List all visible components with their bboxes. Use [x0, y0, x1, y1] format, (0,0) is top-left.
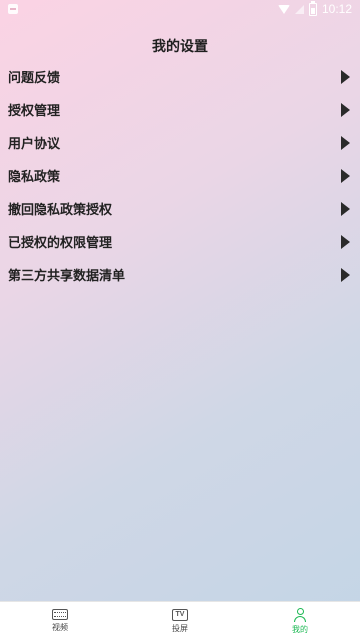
settings-item-label: 撤回隐私政策授权	[8, 203, 113, 218]
settings-item-label: 问题反馈	[8, 71, 61, 86]
signal-icon	[294, 4, 304, 14]
bottom-nav: 视频 TV 投屏 我的	[0, 601, 360, 640]
settings-item-label: 用户协议	[8, 137, 61, 152]
chevron-right-icon	[341, 201, 350, 216]
settings-item-authorization[interactable]: 授权管理	[0, 93, 360, 126]
settings-item-label: 已授权的权限管理	[8, 236, 113, 251]
settings-item-third-party-data[interactable]: 第三方共享数据清单	[0, 258, 360, 291]
settings-list: 问题反馈 授权管理 用户协议 隐私政策 撤回隐私政策授权 已授权的权限管理 第三…	[0, 60, 360, 291]
nav-tab-label: 视频	[52, 623, 68, 632]
nav-tab-video[interactable]: 视频	[0, 609, 120, 633]
chevron-right-icon	[341, 267, 350, 282]
page-title: 我的设置	[152, 39, 208, 55]
chevron-right-icon	[341, 234, 350, 249]
user-icon	[293, 607, 307, 622]
film-icon	[52, 609, 68, 620]
status-bar: 10:12	[0, 0, 360, 18]
battery-icon	[308, 0, 317, 16]
settings-item-label: 授权管理	[8, 104, 61, 119]
wifi-icon	[277, 4, 290, 14]
settings-item-label: 第三方共享数据清单	[8, 269, 126, 284]
status-time: 10:12	[321, 2, 352, 16]
settings-item-permissions[interactable]: 已授权的权限管理	[0, 225, 360, 258]
nav-tab-mine[interactable]: 我的	[240, 607, 360, 635]
settings-item-revoke-privacy[interactable]: 撤回隐私政策授权	[0, 192, 360, 225]
tv-icon: TV	[172, 608, 188, 621]
settings-item-label: 隐私政策	[8, 170, 61, 185]
nav-tab-label: 投屏	[172, 623, 188, 633]
chevron-right-icon	[341, 168, 350, 183]
nav-tab-cast[interactable]: TV 投屏	[120, 608, 240, 634]
chevron-right-icon	[341, 69, 350, 84]
notification-icon	[8, 4, 18, 14]
settings-item-user-agreement[interactable]: 用户协议	[0, 126, 360, 159]
nav-tab-label: 我的	[292, 624, 308, 634]
chevron-right-icon	[341, 135, 350, 150]
settings-item-feedback[interactable]: 问题反馈	[0, 60, 360, 93]
chevron-right-icon	[341, 102, 350, 117]
settings-item-privacy-policy[interactable]: 隐私政策	[0, 159, 360, 192]
